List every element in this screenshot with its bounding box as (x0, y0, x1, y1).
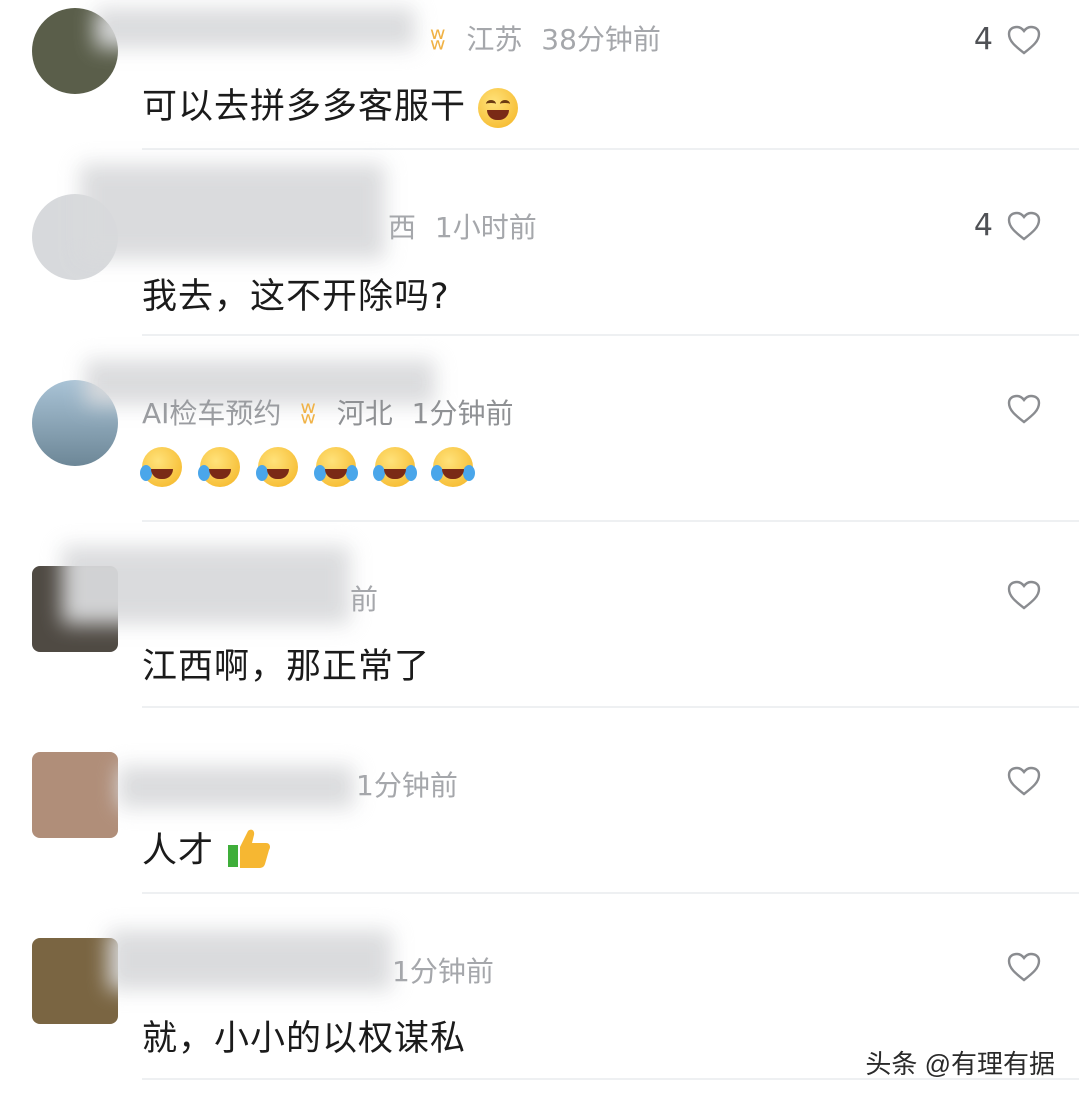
comment-time: 38分钟前 (541, 23, 661, 56)
comment-meta: ʬ 江苏 38分钟前 (430, 18, 661, 58)
blurred-username (118, 766, 354, 808)
heart-outline-icon[interactable] (1007, 952, 1041, 982)
tears-of-joy-emoji (314, 447, 359, 487)
like-control[interactable] (1007, 952, 1041, 982)
tears-of-joy-emoji (430, 447, 475, 487)
comment-item: ʬ 江苏 38分钟前 可以去拼多多客服干 4 (0, 0, 1079, 186)
grinning-face-emoji (478, 88, 519, 128)
comment-meta: AI检车预约 ʬ 河北 1分钟前 (142, 392, 513, 432)
heart-outline-icon[interactable] (1007, 394, 1041, 424)
facepalm-laugh-emoji (198, 447, 241, 487)
like-control[interactable] (1007, 766, 1041, 796)
comment-text: 我去，这不开除吗? (142, 277, 450, 317)
like-control[interactable]: 4 (974, 22, 1041, 57)
divider (142, 520, 1079, 522)
comment-text: 可以去拼多多客服干 (142, 78, 524, 129)
blurred-username (95, 8, 415, 48)
comment-meta: 西 1小时前 (388, 206, 537, 246)
avatar[interactable] (32, 938, 118, 1024)
divider (142, 148, 1079, 150)
divider (142, 334, 1079, 336)
heart-outline-icon[interactable] (1007, 25, 1041, 55)
blurred-username (108, 930, 392, 990)
comment-meta: 1分钟前 (392, 950, 494, 990)
blurred-username (62, 546, 350, 624)
tears-of-joy-emoji (372, 447, 417, 487)
comment-location: 江苏 (466, 23, 523, 56)
comment-meta: 前 (350, 578, 378, 618)
watermark: 头条 @有理有据 (865, 1049, 1055, 1079)
comment-username: AI检车预约 (142, 397, 282, 430)
comment-item: 前 江西啊，那正常了 (0, 546, 1079, 744)
avatar[interactable] (32, 752, 118, 838)
comment-item: 西 1小时前 我去，这不开除吗? 4 (0, 164, 1079, 372)
like-control[interactable] (1007, 394, 1041, 424)
comment-text (140, 446, 479, 487)
comment-text: 人才 (142, 822, 272, 878)
blurred-username (80, 164, 385, 259)
comment-time: 前 (350, 583, 379, 616)
thumbs-up-emoji (226, 827, 272, 878)
comment-meta: 1分钟前 (356, 764, 458, 804)
creator-badge-icon: ʬ (300, 396, 316, 431)
facepalm-laugh-emoji (140, 447, 182, 487)
like-control[interactable] (1007, 580, 1041, 610)
creator-badge-icon: ʬ (430, 22, 446, 57)
like-count: 4 (973, 22, 993, 57)
divider (142, 706, 1079, 708)
comment-item: 1分钟前 人才 (0, 744, 1079, 930)
comment-text: 就，小小的以权谋私 (142, 1019, 467, 1059)
comment-location: 西 (388, 211, 417, 244)
comment-item: AI检车预约 ʬ 河北 1分钟前 (0, 360, 1079, 558)
comment-item: 1分钟前 就，小小的以权谋私 (0, 930, 1079, 1116)
facepalm-laugh-emoji (256, 447, 299, 487)
comment-time: 1分钟前 (411, 397, 514, 430)
heart-outline-icon[interactable] (1007, 580, 1041, 610)
comment-time: 1小时前 (434, 211, 537, 244)
divider (142, 892, 1079, 894)
comment-text: 江西啊，那正常了 (142, 647, 431, 687)
heart-outline-icon[interactable] (1007, 766, 1041, 796)
heart-outline-icon[interactable] (1007, 211, 1041, 241)
like-control[interactable]: 4 (974, 208, 1041, 243)
like-count: 4 (973, 208, 993, 243)
comment-time: 1分钟前 (356, 769, 458, 802)
comment-location: 河北 (336, 397, 393, 430)
comment-time: 1分钟前 (392, 955, 494, 988)
